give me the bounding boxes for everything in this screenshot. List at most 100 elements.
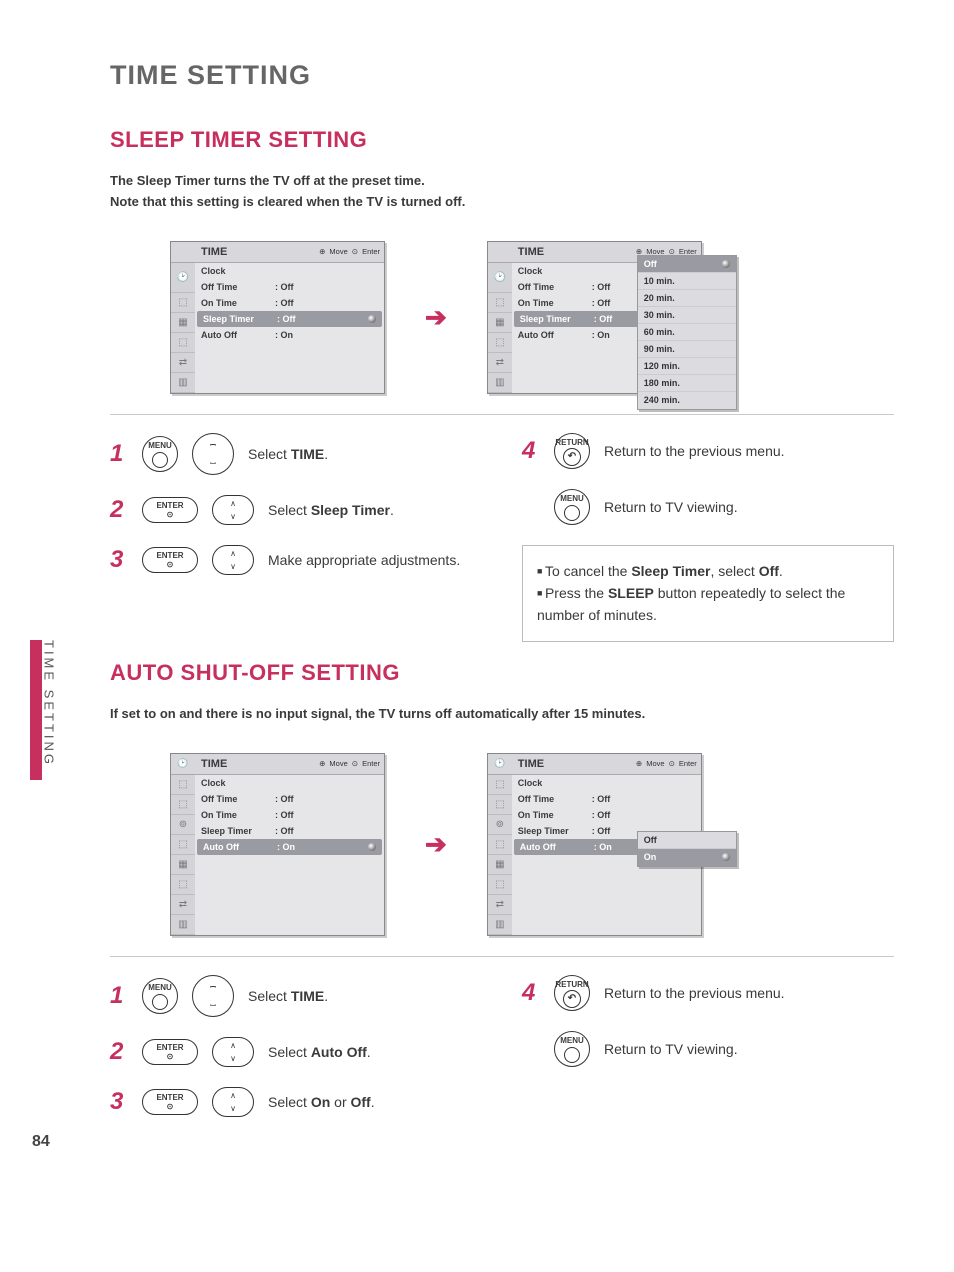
sleep-option[interactable]: 60 min.: [644, 327, 675, 337]
dpad-updown-icon[interactable]: ∧∨: [212, 1037, 254, 1067]
menu-row-sleeptimer: Sleep Timer: [520, 314, 594, 324]
strip-icon: ⇄: [488, 895, 512, 915]
page-number: 84: [32, 1133, 50, 1151]
side-tab: TIME SETTING: [30, 640, 50, 780]
step-number: 1: [110, 982, 128, 1010]
sleep-option[interactable]: Off: [644, 259, 657, 269]
selected-dot-icon: [368, 315, 376, 323]
menu-val: : Off: [594, 314, 634, 324]
strip-icon: ▥: [488, 373, 512, 393]
menu-val: : Off: [277, 314, 317, 324]
menu-row-sleeptimer: Sleep Timer: [518, 826, 592, 836]
time-menu-panel: TIME ⊕Move⊙Enter 🕑 ⬚ ▦ ⬚ ⇄ ▥ Clock Off T…: [170, 241, 385, 394]
strip-icon: ▥: [488, 915, 512, 935]
return-button[interactable]: RETURN↶: [554, 975, 590, 1011]
hint-move: Move: [329, 759, 347, 768]
step-text: Select Auto Off.: [268, 1044, 482, 1060]
step-number: 2: [110, 1038, 128, 1066]
strip-icon: ⊚: [171, 815, 195, 835]
enter-button[interactable]: ENTER⊙: [142, 1089, 198, 1115]
sleep-option[interactable]: 20 min.: [644, 293, 675, 303]
menu-val: : Off: [275, 826, 315, 836]
sleep-option[interactable]: 10 min.: [644, 276, 675, 286]
strip-icon: ⬚: [171, 795, 195, 815]
step-text: Make appropriate adjustments.: [268, 552, 482, 568]
menu-val: : On: [277, 842, 317, 852]
menu-button[interactable]: MENU: [142, 436, 178, 472]
selected-dot-icon: [368, 843, 376, 851]
strip-icon: ⬚: [488, 333, 512, 353]
strip-icon: ⬚: [171, 293, 195, 313]
enter-button[interactable]: ENTER⊙: [142, 1039, 198, 1065]
hint-enter: Enter: [362, 247, 380, 256]
strip-icon: ▦: [488, 855, 512, 875]
arrow-right-icon: ➔: [425, 302, 447, 333]
autooff-option[interactable]: On: [644, 852, 657, 862]
step-text: Select Sleep Timer.: [268, 502, 482, 518]
menu-val: : Off: [592, 826, 632, 836]
sleep-option[interactable]: 30 min.: [644, 310, 675, 320]
menu-row-offtime: Off Time: [518, 282, 592, 292]
menu-button[interactable]: MENU: [554, 1031, 590, 1067]
menu-row-offtime: Off Time: [518, 794, 592, 804]
menu-val: : On: [594, 842, 634, 852]
menu-row-ontime: On Time: [201, 298, 275, 308]
menu-val: : Off: [275, 282, 315, 292]
menu-row-clock: Clock: [201, 778, 275, 788]
enter-button[interactable]: ENTER⊙: [142, 497, 198, 523]
selected-dot-icon: [722, 853, 730, 861]
strip-icon: ▥: [171, 373, 195, 393]
dpad-icon[interactable]: [192, 433, 234, 475]
menu-val: : On: [275, 330, 315, 340]
sleep-option[interactable]: 240 min.: [644, 395, 680, 405]
dpad-updown-icon[interactable]: ∧∨: [212, 1087, 254, 1117]
hint-move: Move: [329, 247, 347, 256]
strip-icon: ⇄: [171, 895, 195, 915]
strip-icon: ⬚: [488, 775, 512, 795]
strip-icon: ⊚: [488, 815, 512, 835]
intro-line: Note that this setting is cleared when t…: [110, 194, 465, 209]
time-menu-panel-autooff: 🕑 TIME ⊕Move⊙Enter ⬚ ⬚ ⊚ ⬚ ▦ ⬚ ⇄ ▥ Clock…: [170, 753, 385, 936]
menu-row-autooff: Auto Off: [520, 842, 594, 852]
sleep-option[interactable]: 180 min.: [644, 378, 680, 388]
step-text: Select TIME.: [248, 446, 482, 462]
dpad-updown-icon[interactable]: ∧∨: [212, 495, 254, 525]
menu-row-sleeptimer: Sleep Timer: [203, 314, 277, 324]
menu-val: : Off: [592, 810, 632, 820]
sleep-option[interactable]: 120 min.: [644, 361, 680, 371]
menu-val: : On: [592, 330, 632, 340]
menu-val: : Off: [592, 282, 632, 292]
menu-row-autooff: Auto Off: [518, 330, 592, 340]
strip-icon: ⬚: [171, 333, 195, 353]
dpad-updown-icon[interactable]: ∧∨: [212, 545, 254, 575]
menu-button[interactable]: MENU: [142, 978, 178, 1014]
sleep-timer-intro: The Sleep Timer turns the TV off at the …: [110, 171, 894, 213]
dpad-icon[interactable]: [192, 975, 234, 1017]
menu-row-clock: Clock: [518, 266, 592, 276]
strip-icon: ▥: [171, 915, 195, 935]
sleep-option[interactable]: 90 min.: [644, 344, 675, 354]
strip-icon: ⬚: [171, 875, 195, 895]
clock-icon: 🕑: [488, 263, 512, 293]
strip-icon: ⬚: [171, 775, 195, 795]
strip-icon: ▦: [488, 313, 512, 333]
menu-row-ontime: On Time: [518, 298, 592, 308]
menu-header: TIME: [195, 754, 265, 774]
enter-button[interactable]: ENTER⊙: [142, 547, 198, 573]
step-number: 1: [110, 440, 128, 468]
strip-icon: ⬚: [488, 293, 512, 313]
strip-icon: ▦: [171, 855, 195, 875]
step-number: 3: [110, 546, 128, 574]
menu-row-offtime: Off Time: [201, 282, 275, 292]
menu-button[interactable]: MENU: [554, 489, 590, 525]
menu-row-autooff: Auto Off: [203, 842, 277, 852]
step-number: 3: [110, 1088, 128, 1116]
clock-icon: 🕑: [171, 263, 195, 293]
autooff-option[interactable]: Off: [644, 835, 657, 845]
return-button[interactable]: RETURN↶: [554, 433, 590, 469]
menu-row-ontime: On Time: [201, 810, 275, 820]
strip-icon: ⇄: [488, 353, 512, 373]
hint-enter: Enter: [679, 759, 697, 768]
menu-val: : Off: [275, 298, 315, 308]
menu-header: TIME: [512, 242, 582, 262]
